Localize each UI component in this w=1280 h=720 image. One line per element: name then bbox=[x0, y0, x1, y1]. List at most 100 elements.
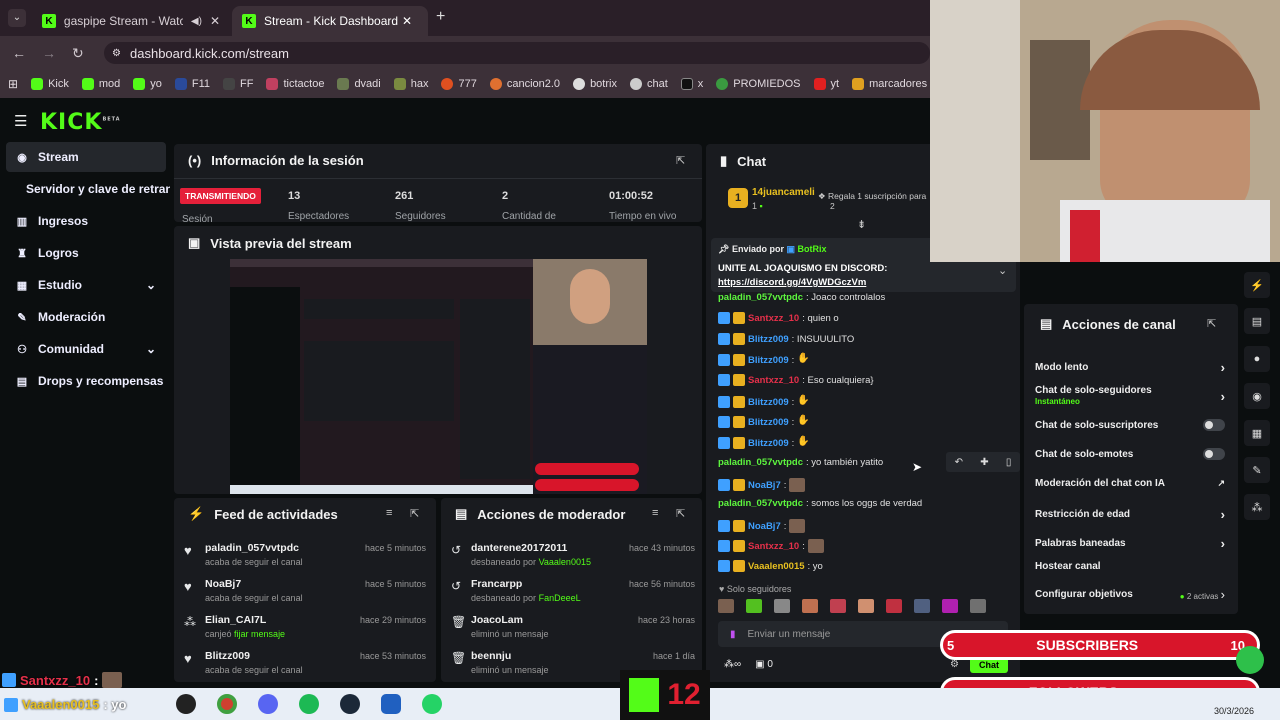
close-tab-icon[interactable]: ✕ bbox=[402, 14, 412, 28]
points-counter[interactable]: ⁂∞ bbox=[724, 659, 741, 670]
hamburger-menu-icon[interactable]: ☰ bbox=[14, 112, 27, 130]
sidebar-item-comunidad[interactable]: ⚇ Comunidad ⌄ bbox=[6, 334, 166, 364]
subs-only-toggle[interactable] bbox=[1203, 419, 1225, 431]
kick-logo[interactable]: KICKBETA bbox=[40, 110, 121, 135]
bookmark-cancion[interactable]: cancion2.0 bbox=[489, 78, 560, 90]
wrench-icon[interactable]: ✎ bbox=[1244, 457, 1270, 483]
stream-preview-video[interactable] bbox=[230, 259, 647, 494]
chat-username[interactable]: Blitzz009 bbox=[748, 355, 789, 366]
bookmark-botrix[interactable]: botrix bbox=[573, 78, 617, 90]
sidebar-item-ingresos[interactable]: ▥ Ingresos bbox=[6, 206, 166, 236]
bookmark-chat[interactable]: chat bbox=[629, 78, 668, 90]
bookmark-yo[interactable]: yo bbox=[133, 78, 162, 90]
sidebar-item-moderacion[interactable]: ✎ Moderación bbox=[6, 302, 166, 332]
popout-icon[interactable]: ⇱ bbox=[676, 507, 685, 520]
app-taskbar-icon[interactable] bbox=[381, 694, 401, 714]
sidebar-item-logros[interactable]: ♜ Logros bbox=[6, 238, 166, 268]
chat-message[interactable]: Vaaalen0015: yo bbox=[718, 560, 823, 572]
bookmark-kick[interactable]: Kick bbox=[31, 78, 69, 90]
mod-target[interactable]: JoacoLam bbox=[471, 614, 523, 626]
bookmark-tictactoe[interactable]: tictactoe bbox=[266, 78, 324, 90]
chevron-down-icon[interactable]: ⌄ bbox=[998, 264, 1007, 277]
chat-username[interactable]: Santxzz_10 bbox=[748, 541, 799, 552]
bookmark-f11[interactable]: F11 bbox=[174, 78, 210, 90]
reload-icon[interactable]: ↻ bbox=[72, 45, 84, 62]
mod-target[interactable]: danterene20172011 bbox=[471, 542, 567, 554]
emote-icon[interactable] bbox=[830, 599, 846, 613]
bookmark-ff[interactable]: FF bbox=[223, 78, 253, 90]
chat-username[interactable]: Blitzz009 bbox=[748, 334, 789, 345]
chat-icon[interactable]: ● bbox=[1244, 346, 1270, 372]
audio-icon[interactable]: ◀) bbox=[191, 16, 202, 27]
emote-icon[interactable] bbox=[942, 599, 958, 613]
action-age-restriction[interactable]: Restricción de edad › bbox=[1035, 507, 1225, 522]
emote-icon[interactable] bbox=[746, 599, 762, 613]
back-icon[interactable]: ← bbox=[12, 45, 26, 61]
discord-taskbar-icon[interactable] bbox=[258, 694, 278, 714]
top-gifter-name[interactable]: 14juancameli bbox=[752, 187, 815, 198]
bookmark-mod[interactable]: mod bbox=[81, 78, 120, 90]
bookmark-hax[interactable]: hax bbox=[393, 78, 428, 90]
chat-username[interactable]: Blitzz009 bbox=[748, 438, 789, 449]
chat-username[interactable]: Blitzz009 bbox=[748, 397, 789, 408]
bookmark-x[interactable]: x bbox=[680, 78, 703, 90]
chat-message[interactable]: paladin_057vvtpdc: Joaco controlalos bbox=[718, 292, 885, 303]
chat-message[interactable]: Santxzz_10: Eso cualquiera} bbox=[718, 374, 874, 386]
panel-icon[interactable]: ▦ bbox=[1244, 420, 1270, 446]
popout-icon[interactable]: ⇱ bbox=[1207, 317, 1216, 330]
emotes-only-toggle[interactable] bbox=[1203, 448, 1225, 460]
gift-promo[interactable]: ❖ Regala 1 suscripción para 2 bbox=[818, 191, 926, 211]
chat-message[interactable]: Blitzz009: ✋ bbox=[718, 395, 813, 409]
mod-target[interactable]: beennju bbox=[471, 650, 511, 662]
action-followers-only[interactable]: Chat de solo-seguidores Instantáneo › bbox=[1035, 385, 1225, 407]
chrome-taskbar-icon[interactable] bbox=[217, 694, 237, 714]
emote-icon[interactable] bbox=[886, 599, 902, 613]
chat-message[interactable]: NoaBj7: bbox=[718, 478, 806, 492]
sidebar-item-drops[interactable]: ▤ Drops y recompensas bbox=[6, 366, 166, 396]
chat-username[interactable]: NoaBj7 bbox=[748, 521, 781, 532]
tab-list-dropdown-icon[interactable]: ⌄ bbox=[8, 9, 26, 27]
gift-counter[interactable]: ▣ 0 bbox=[755, 659, 773, 670]
chat-message[interactable]: paladin_057vvtpdc: somos los oggs de ver… bbox=[718, 498, 922, 509]
sidebar-item-stream[interactable]: ◉ Stream bbox=[6, 142, 166, 172]
pin-icon[interactable]: ✚ bbox=[980, 457, 988, 468]
action-banned-words[interactable]: Palabras baneadas › bbox=[1035, 536, 1225, 551]
broadcast-icon[interactable]: ◉ bbox=[1244, 383, 1270, 409]
microphone-icon[interactable]: ▮ bbox=[730, 629, 736, 640]
tab-kick-dashboard[interactable]: K Stream - Kick Dashboard ✕ bbox=[232, 6, 428, 36]
chat-username[interactable]: Santxzz_10 bbox=[748, 313, 799, 324]
action-goals[interactable]: Configurar objetivos ● 2 activas › bbox=[1035, 587, 1225, 602]
filter-icon[interactable]: ≡ bbox=[386, 507, 392, 519]
url-field[interactable]: ⚙ dashboard.kick.com/stream bbox=[104, 42, 930, 64]
emote-icon[interactable] bbox=[970, 599, 986, 613]
action-slow-mode[interactable]: Modo lento › bbox=[1035, 360, 1225, 375]
action-ai-moderation[interactable]: Moderación del chat con IA ↗ bbox=[1035, 478, 1225, 489]
emote-icon[interactable] bbox=[802, 599, 818, 613]
chat-username[interactable]: NoaBj7 bbox=[748, 480, 781, 491]
forward-icon[interactable]: → bbox=[42, 45, 56, 61]
chat-message[interactable]: Blitzz009: ✋ bbox=[718, 353, 813, 367]
chat-message[interactable]: NoaBj7: bbox=[718, 519, 806, 533]
new-tab-icon[interactable]: + bbox=[436, 8, 445, 26]
sidebar-item-estudio[interactable]: ▦ Estudio ⌄ bbox=[6, 270, 166, 300]
site-info-icon[interactable]: ⚙ bbox=[112, 48, 121, 59]
chat-username[interactable]: paladin_057vvtpdc bbox=[718, 457, 803, 468]
chat-username[interactable]: Santxzz_10 bbox=[748, 375, 799, 386]
undo-icon[interactable]: ↶ bbox=[955, 457, 963, 468]
bookmark-dvadi[interactable]: dvadi bbox=[337, 78, 381, 90]
obs-taskbar-icon[interactable] bbox=[176, 694, 196, 714]
tab-gaspipe-stream[interactable]: K gaspipe Stream - Watch Liv ◀) ✕ bbox=[32, 6, 230, 36]
chat-username[interactable]: Blitzz009 bbox=[748, 417, 789, 428]
bookmark-yt[interactable]: yt bbox=[813, 78, 839, 90]
chat-username[interactable]: Vaaalen0015 bbox=[748, 561, 805, 572]
chat-message[interactable]: Blitzz009: INSUUULITO bbox=[718, 333, 854, 345]
emote-icon[interactable] bbox=[914, 599, 930, 613]
bookmark-promiedos[interactable]: PROMIEDOS bbox=[716, 78, 801, 90]
bookmark-marcadores[interactable]: marcadores bbox=[852, 78, 927, 90]
trash-icon[interactable]: ▯ bbox=[1006, 457, 1012, 468]
sidebar-item-server-key[interactable]: Servidor y clave de retransn bbox=[6, 174, 170, 204]
feed-user[interactable]: Blitzz009 bbox=[205, 650, 250, 662]
bookmark-777[interactable]: 777 bbox=[441, 78, 477, 90]
chat-message[interactable]: Blitzz009: ✋ bbox=[718, 436, 813, 450]
pinned-link[interactable]: https://discord.gg/4VgWDGczVm bbox=[718, 277, 866, 288]
